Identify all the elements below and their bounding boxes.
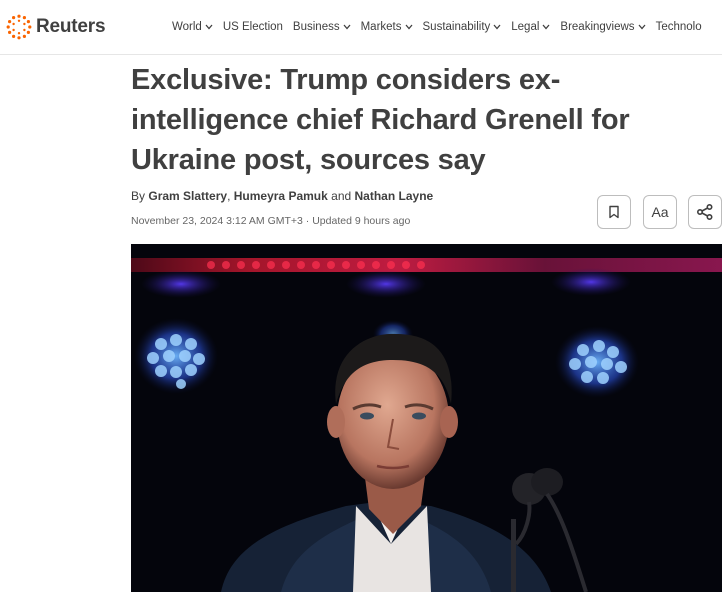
chevron-down-icon (493, 24, 501, 30)
nav-item-label: Legal (511, 21, 540, 33)
text-size-label: Aa (651, 204, 669, 220)
byline-conjunction: and (331, 189, 352, 203)
bookmark-icon (609, 205, 619, 219)
author-link[interactable]: Nathan Layne (355, 189, 434, 203)
article-dateline: November 23, 2024 3:12 AM GMT+3 · Update… (131, 215, 411, 227)
nav-item-legal[interactable]: Legal (511, 21, 550, 33)
nav-item-label: Markets (360, 21, 402, 33)
bookmark-button[interactable] (597, 195, 631, 229)
byline-prefix: By (131, 189, 146, 203)
reuters-logo[interactable]: Reuters (6, 14, 106, 40)
nav-item-label: Sustainability (422, 21, 491, 33)
reuters-logo-mark (6, 14, 32, 40)
chevron-down-icon (343, 24, 351, 30)
site-header: Reuters World US Election Business Marke… (0, 0, 722, 55)
article-lead-photo (131, 244, 722, 592)
nav-item-label: Breakingviews (560, 21, 635, 33)
nav-item-label: Business (292, 21, 340, 33)
nav-item-breakingviews[interactable]: Breakingviews (560, 21, 646, 33)
author-link[interactable]: Humeyra Pamuk (234, 189, 328, 203)
author-link[interactable]: Gram Slattery (148, 189, 227, 203)
nav-item-label: World (172, 21, 202, 33)
nav-item-label: Technolo (655, 21, 702, 33)
nav-item-world[interactable]: World (172, 21, 213, 33)
share-icon (696, 204, 713, 220)
nav-item-sustainability[interactable]: Sustainability (423, 21, 502, 33)
logo-wordmark: Reuters (36, 16, 106, 37)
text-size-button[interactable]: Aa (643, 195, 677, 229)
nav-item-markets[interactable]: Markets (361, 21, 413, 33)
article-photo-image (131, 244, 722, 592)
byline: By Gram Slattery, Humeyra Pamuk and Nath… (131, 189, 433, 203)
nav-item-technology[interactable]: Technolo (656, 21, 702, 33)
chevron-down-icon (405, 24, 412, 30)
chevron-down-icon (205, 24, 213, 30)
nav-item-label: US Election (222, 21, 283, 33)
byline-separator: , (227, 189, 231, 203)
article-headline: Exclusive: Trump considers ex-intelligen… (131, 64, 630, 176)
chevron-down-icon (542, 24, 550, 30)
main-nav: World US Election Business Markets Susta… (172, 0, 712, 54)
share-button[interactable] (688, 195, 722, 229)
nav-item-us-election[interactable]: US Election (223, 21, 283, 33)
nav-item-business[interactable]: Business (293, 21, 351, 33)
chevron-down-icon (638, 24, 646, 30)
